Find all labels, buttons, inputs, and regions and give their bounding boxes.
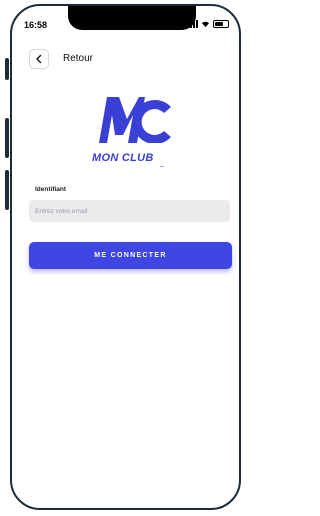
notch bbox=[68, 6, 196, 30]
volume-button bbox=[5, 58, 9, 80]
signal-icon bbox=[187, 20, 198, 28]
battery-icon bbox=[213, 20, 229, 28]
volume-button bbox=[5, 170, 9, 210]
club-name: MON CLUB bbox=[92, 152, 154, 164]
volume-button bbox=[5, 118, 9, 158]
back-button[interactable] bbox=[29, 49, 49, 69]
phone-frame: 16:58 Retour MON CLUB Identifiant ME CON… bbox=[10, 4, 241, 510]
identifier-label: Identifiant bbox=[35, 186, 67, 193]
chevron-left-icon bbox=[36, 54, 42, 64]
logo-trademark bbox=[160, 166, 164, 167]
status-icons bbox=[187, 19, 229, 29]
email-field[interactable] bbox=[29, 200, 230, 222]
login-button[interactable]: ME CONNECTER bbox=[29, 242, 232, 269]
login-button-label: ME CONNECTER bbox=[94, 252, 167, 259]
club-logo bbox=[99, 97, 171, 143]
wifi-icon bbox=[201, 21, 210, 28]
status-time: 16:58 bbox=[24, 20, 48, 30]
back-label[interactable]: Retour bbox=[63, 53, 93, 64]
